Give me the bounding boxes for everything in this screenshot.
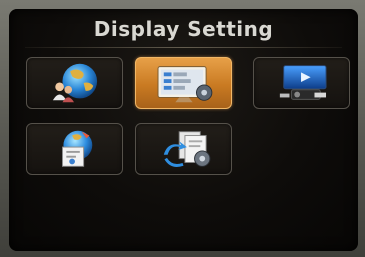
menu-tile-globe-document[interactable] — [26, 123, 123, 175]
page-title: Display Setting — [93, 17, 274, 41]
globe-document-icon — [62, 130, 93, 167]
menu-tile-display[interactable] — [135, 57, 232, 109]
display-monitor-icon — [157, 66, 213, 103]
menu-tile-reset-settings[interactable] — [135, 123, 232, 175]
globe-people-icon — [52, 63, 98, 103]
menu-tile-language[interactable] — [26, 57, 123, 109]
title-divider — [25, 47, 342, 48]
display-screen: Display Setting — [9, 9, 358, 251]
document-gear-reset-icon — [163, 131, 211, 167]
slideshow-projector-icon — [279, 65, 327, 100]
menu-tile-slideshow[interactable] — [253, 57, 350, 109]
